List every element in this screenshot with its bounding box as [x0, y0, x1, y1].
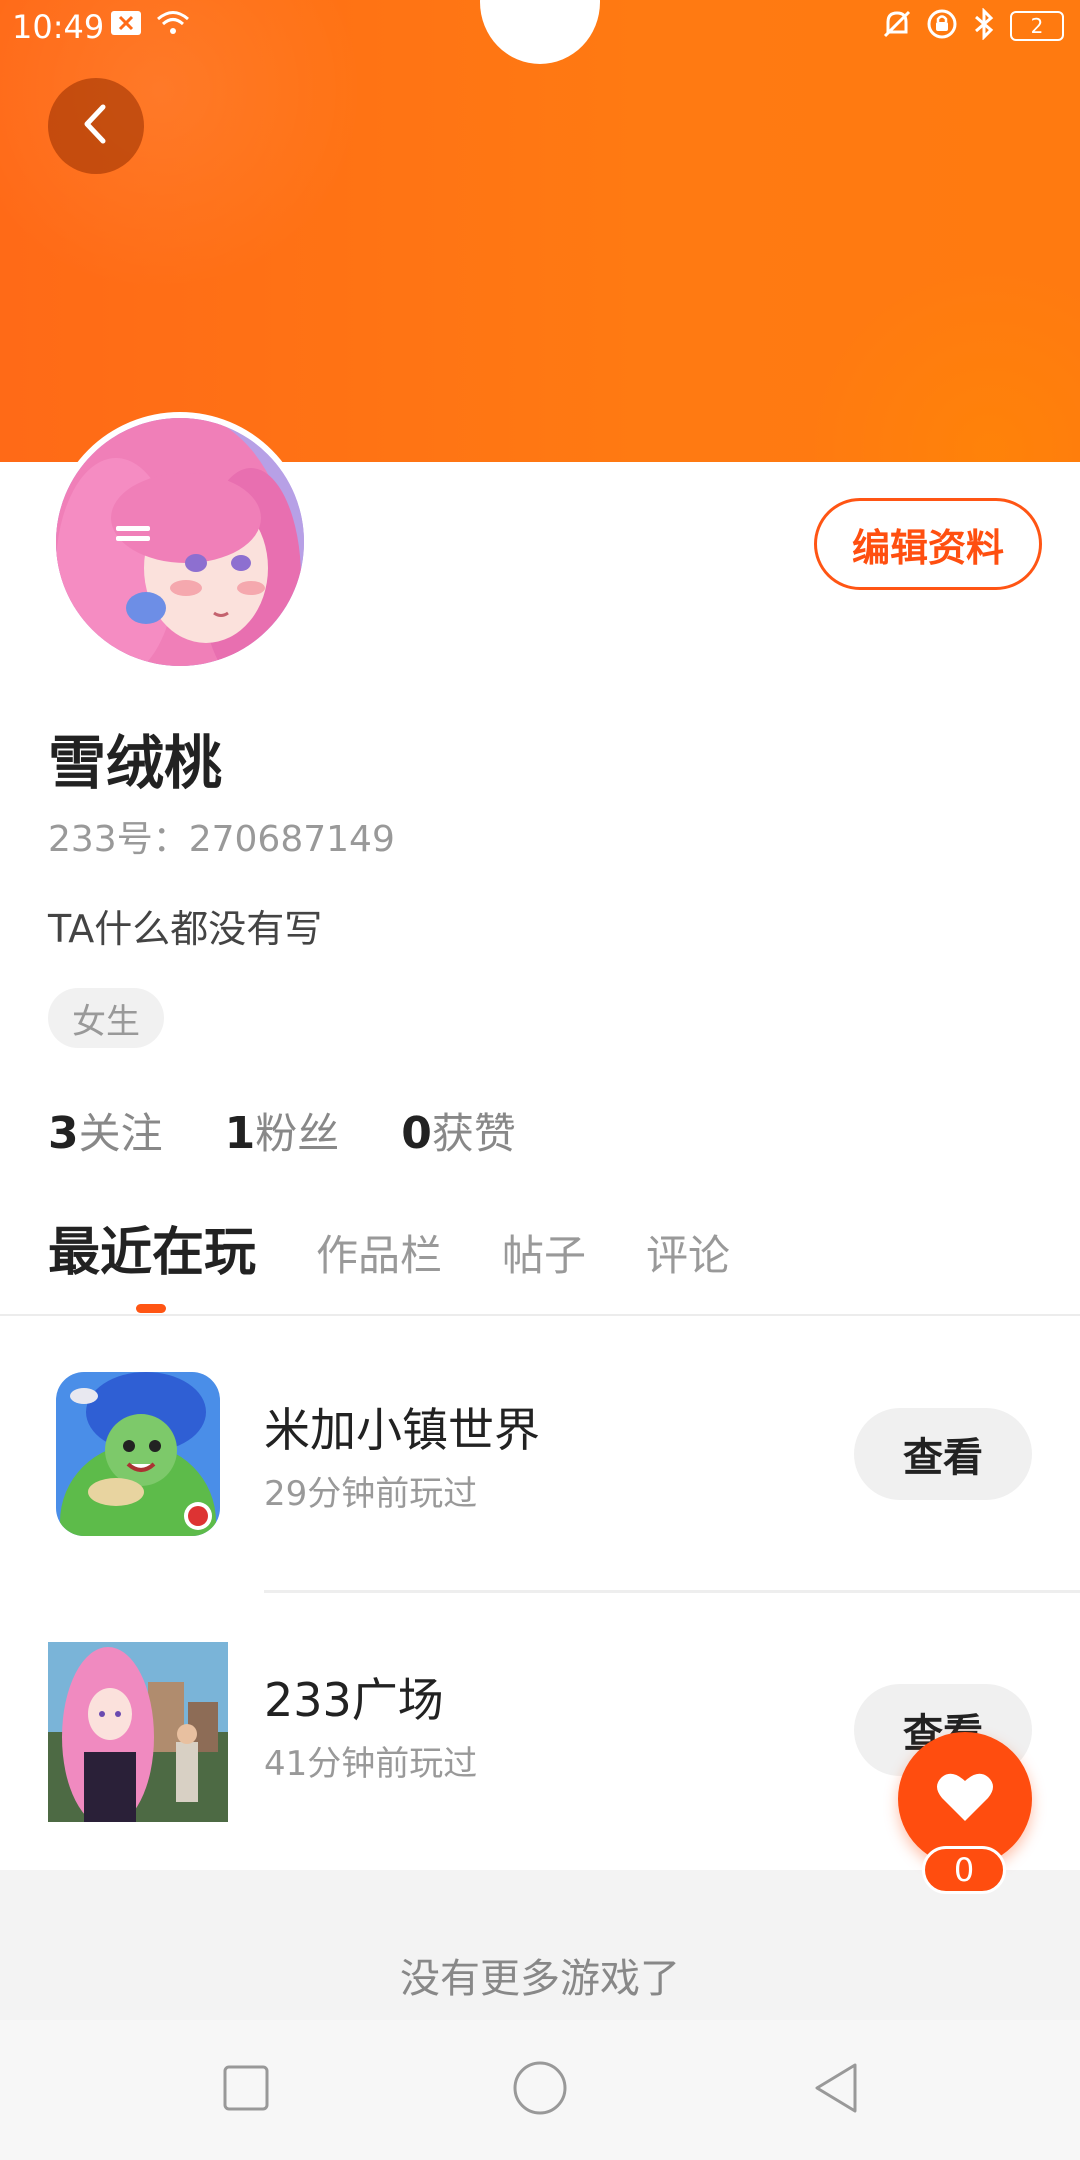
- stat-label: 粉丝: [255, 1109, 340, 1158]
- gender-tag: 女生: [48, 988, 164, 1048]
- bell-off-icon: [882, 8, 912, 44]
- heart-icon: [936, 1771, 994, 1827]
- stat-label: 获赞: [431, 1109, 516, 1158]
- bio: TA什么都没有写: [48, 907, 323, 951]
- system-nav-bar: [0, 2020, 1080, 2160]
- wifi-icon: [156, 10, 190, 40]
- like-count: 0: [922, 1846, 1006, 1894]
- user-id: 233号：270687149: [48, 819, 395, 860]
- active-tab-indicator: [136, 1304, 166, 1313]
- tab-works[interactable]: 作品栏: [316, 1222, 442, 1283]
- stat-followers[interactable]: 1 粉丝: [225, 1100, 340, 1161]
- row-divider: [264, 1590, 1080, 1593]
- no-more-games-text: 没有更多游戏了: [400, 1956, 680, 2002]
- status-icons-left: [110, 10, 190, 40]
- lock-rotation-icon: [926, 8, 958, 44]
- avatar-illustration: [56, 418, 304, 666]
- game-icon: [48, 1642, 228, 1822]
- recents-button[interactable]: [216, 2060, 276, 2120]
- status-bar: 10:49 2: [0, 0, 1080, 56]
- profile-tabs: 最近在玩 作品栏 帖子 评论: [48, 1210, 790, 1285]
- stat-value: 3: [48, 1108, 79, 1159]
- back-nav-button[interactable]: [806, 2060, 866, 2120]
- game-name: 233广场: [264, 1673, 444, 1727]
- game-icon: [56, 1372, 220, 1536]
- banner-decoration: [800, 260, 1080, 462]
- game-name: 米加小镇世界: [264, 1403, 540, 1457]
- profile-stats: 3 关注 1 粉丝 0 获赞: [48, 1100, 578, 1161]
- game-played-time: 41分钟前玩过: [264, 1744, 478, 1784]
- home-circle-icon: [512, 2060, 568, 2120]
- edit-profile-button[interactable]: 编辑资料: [814, 498, 1042, 590]
- status-icons-right: 2: [882, 7, 1064, 44]
- back-triangle-icon: [811, 2061, 861, 2119]
- view-button[interactable]: 查看: [854, 1408, 1032, 1500]
- profile-banner: [0, 0, 1080, 462]
- game-played-time: 29分钟前玩过: [264, 1474, 478, 1514]
- stat-following[interactable]: 3 关注: [48, 1100, 163, 1161]
- battery-icon: 2: [1010, 11, 1064, 41]
- chevron-left-icon: [76, 102, 116, 150]
- stat-label: 关注: [78, 1109, 163, 1158]
- stat-value: 0: [401, 1108, 432, 1159]
- home-button[interactable]: [510, 2060, 570, 2120]
- stat-likes[interactable]: 0 获赞: [401, 1100, 516, 1161]
- tabs-divider: [0, 1314, 1080, 1316]
- tab-recently-played[interactable]: 最近在玩: [48, 1210, 256, 1285]
- sim-card-x-icon: [110, 10, 142, 40]
- username: 雪绒桃: [48, 729, 223, 797]
- back-button[interactable]: [48, 78, 144, 174]
- list-item[interactable]: 米加小镇世界 29分钟前玩过 查看: [0, 1330, 1080, 1590]
- bluetooth-icon: [972, 7, 996, 44]
- recents-square-icon: [222, 2064, 270, 2116]
- tab-posts[interactable]: 帖子: [502, 1222, 586, 1283]
- avatar[interactable]: [56, 418, 304, 666]
- tab-comments[interactable]: 评论: [646, 1222, 730, 1283]
- status-time: 10:49: [12, 8, 105, 46]
- stat-value: 1: [224, 1108, 256, 1159]
